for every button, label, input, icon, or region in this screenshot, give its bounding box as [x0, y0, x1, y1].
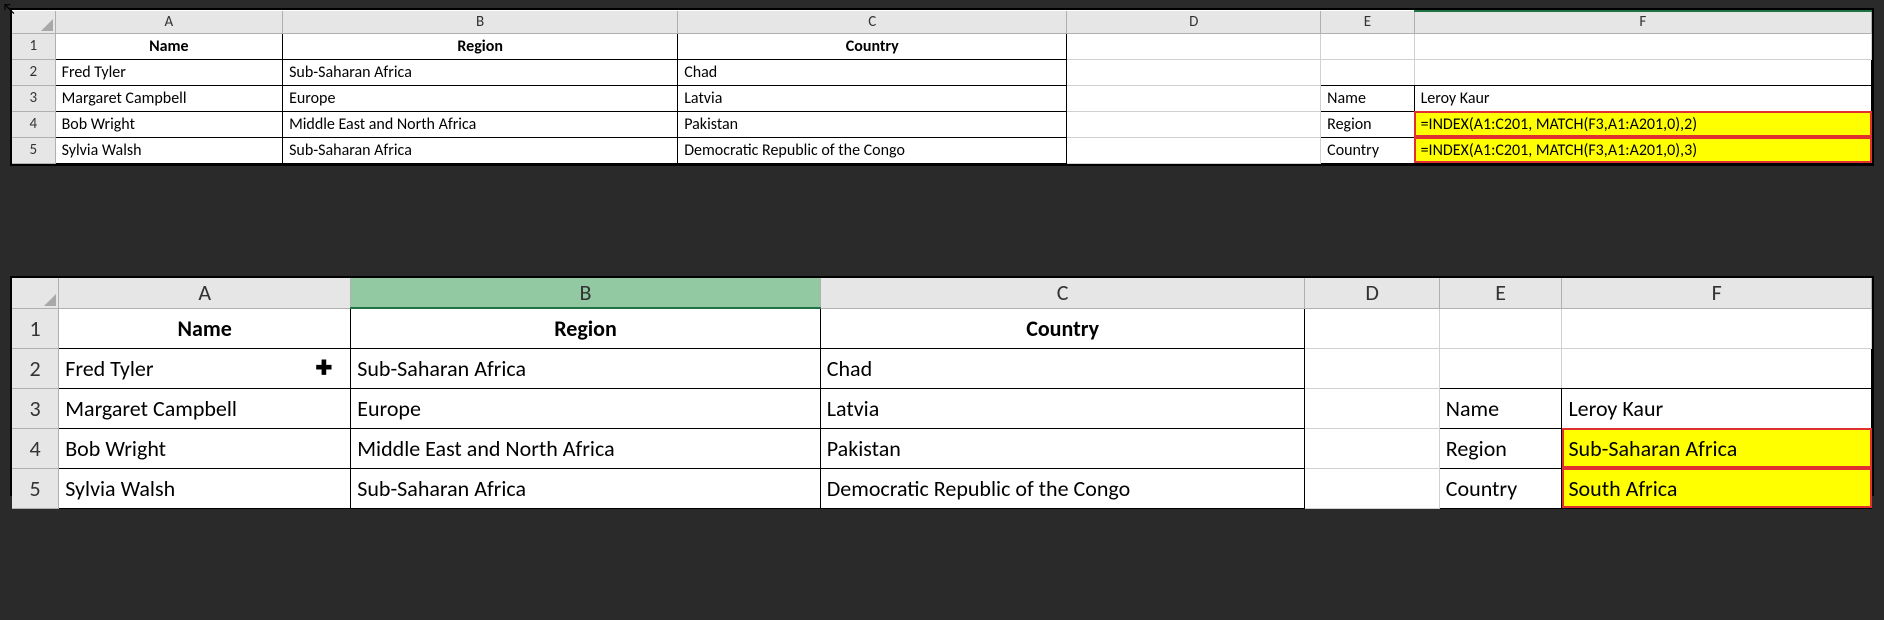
- select-all-corner[interactable]: [12, 11, 55, 33]
- cell-F5[interactable]: =INDEX(A1:C201, MATCH(F3,A1:A201,0),3): [1414, 137, 1871, 163]
- cell-B5[interactable]: Sub-Saharan Africa: [283, 137, 678, 163]
- cell-D1[interactable]: [1067, 33, 1321, 59]
- cell-A1[interactable]: Name: [59, 308, 351, 348]
- cell-C2[interactable]: Chad: [678, 59, 1067, 85]
- cell-E4[interactable]: Region: [1439, 428, 1562, 468]
- cell-D4[interactable]: [1305, 428, 1439, 468]
- column-header-F[interactable]: F: [1562, 278, 1872, 308]
- cell-A5[interactable]: Sylvia Walsh: [59, 468, 351, 508]
- column-header-E[interactable]: E: [1321, 11, 1414, 33]
- cell-B3[interactable]: Europe: [351, 388, 821, 428]
- cell-E4[interactable]: Region: [1321, 111, 1414, 137]
- cell-F1[interactable]: [1414, 33, 1871, 59]
- cell-C3[interactable]: Latvia: [678, 85, 1067, 111]
- row-header-5[interactable]: 5: [12, 137, 55, 163]
- cell-F2[interactable]: [1414, 59, 1871, 85]
- cell-A3[interactable]: Margaret Campbell: [55, 85, 282, 111]
- cell-A3[interactable]: Margaret Campbell: [59, 388, 351, 428]
- spreadsheet-top: ↖ ABCDEF 1NameRegionCountry2Fred TylerSu…: [10, 8, 1874, 166]
- cell-F3[interactable]: Leroy Kaur: [1414, 85, 1871, 111]
- column-header-C[interactable]: C: [820, 278, 1305, 308]
- cell-F4[interactable]: Sub-Saharan Africa: [1562, 428, 1872, 468]
- column-header-F[interactable]: F: [1414, 11, 1871, 33]
- cell-C3[interactable]: Latvia: [820, 388, 1305, 428]
- column-header-B[interactable]: B: [283, 11, 678, 33]
- cell-A4[interactable]: Bob Wright: [59, 428, 351, 468]
- column-header-E[interactable]: E: [1439, 278, 1562, 308]
- cell-B2[interactable]: Sub-Saharan Africa: [283, 59, 678, 85]
- cell-D3[interactable]: [1067, 85, 1321, 111]
- cell-A5[interactable]: Sylvia Walsh: [55, 137, 282, 163]
- cell-E3[interactable]: Name: [1321, 85, 1414, 111]
- select-all-corner[interactable]: [12, 278, 59, 308]
- column-header-B[interactable]: B: [351, 278, 821, 308]
- grid-bottom[interactable]: ABCDEF 1NameRegionCountry2Fred Tyler✚Sub…: [12, 278, 1872, 509]
- cell-D4[interactable]: [1067, 111, 1321, 137]
- cell-B5[interactable]: Sub-Saharan Africa: [351, 468, 821, 508]
- cell-C5[interactable]: Democratic Republic of the Congo: [678, 137, 1067, 163]
- cell-E3[interactable]: Name: [1439, 388, 1562, 428]
- cell-C4[interactable]: Pakistan: [820, 428, 1305, 468]
- cell-B3[interactable]: Europe: [283, 85, 678, 111]
- cell-F4[interactable]: =INDEX(A1:C201, MATCH(F3,A1:A201,0),2): [1414, 111, 1871, 137]
- cell-C1[interactable]: Country: [678, 33, 1067, 59]
- cell-D5[interactable]: [1067, 137, 1321, 163]
- cell-F1[interactable]: [1562, 308, 1872, 348]
- cell-E5[interactable]: Country: [1321, 137, 1414, 163]
- cell-D5[interactable]: [1305, 468, 1439, 508]
- row-header-2[interactable]: 2: [12, 59, 55, 85]
- cell-A1[interactable]: Name: [55, 33, 282, 59]
- cell-text: Fred Tyler: [65, 355, 153, 382]
- cell-B1[interactable]: Region: [283, 33, 678, 59]
- cell-A4[interactable]: Bob Wright: [55, 111, 282, 137]
- column-header-D[interactable]: D: [1305, 278, 1439, 308]
- spreadsheet-bottom: ABCDEF 1NameRegionCountry2Fred Tyler✚Sub…: [10, 276, 1874, 496]
- row-header-2[interactable]: 2: [12, 348, 59, 388]
- cell-D2[interactable]: [1067, 59, 1321, 85]
- column-header-C[interactable]: C: [678, 11, 1067, 33]
- cell-D3[interactable]: [1305, 388, 1439, 428]
- cell-D2[interactable]: [1305, 348, 1439, 388]
- cell-A2[interactable]: Fred Tyler ✚: [59, 348, 351, 388]
- cell-cursor-icon: ✚: [315, 356, 332, 381]
- cell-F3[interactable]: Leroy Kaur: [1562, 388, 1872, 428]
- cell-E2[interactable]: [1439, 348, 1562, 388]
- cell-B2[interactable]: Sub-Saharan Africa: [351, 348, 821, 388]
- grid-top[interactable]: ABCDEF 1NameRegionCountry2Fred TylerSub-…: [12, 10, 1872, 164]
- row-header-4[interactable]: 4: [12, 111, 55, 137]
- cell-C4[interactable]: Pakistan: [678, 111, 1067, 137]
- column-header-D[interactable]: D: [1067, 11, 1321, 33]
- cell-E5[interactable]: Country: [1439, 468, 1562, 508]
- cell-D1[interactable]: [1305, 308, 1439, 348]
- row-header-4[interactable]: 4: [12, 428, 59, 468]
- cell-B4[interactable]: Middle East and North Africa: [283, 111, 678, 137]
- cell-C2[interactable]: Chad: [820, 348, 1305, 388]
- cell-C1[interactable]: Country: [820, 308, 1305, 348]
- row-header-3[interactable]: 3: [12, 388, 59, 428]
- cell-E2[interactable]: [1321, 59, 1414, 85]
- cell-B1[interactable]: Region: [351, 308, 821, 348]
- row-header-1[interactable]: 1: [12, 33, 55, 59]
- cell-C5[interactable]: Democratic Republic of the Congo: [820, 468, 1305, 508]
- column-header-A[interactable]: A: [59, 278, 351, 308]
- cell-F2[interactable]: [1562, 348, 1872, 388]
- cell-A2[interactable]: Fred Tyler: [55, 59, 282, 85]
- column-header-A[interactable]: A: [55, 11, 282, 33]
- row-header-3[interactable]: 3: [12, 85, 55, 111]
- cell-F5[interactable]: South Africa: [1562, 468, 1872, 508]
- cell-E1[interactable]: [1321, 33, 1414, 59]
- cell-E1[interactable]: [1439, 308, 1562, 348]
- row-header-5[interactable]: 5: [12, 468, 59, 508]
- cell-B4[interactable]: Middle East and North Africa: [351, 428, 821, 468]
- row-header-1[interactable]: 1: [12, 308, 59, 348]
